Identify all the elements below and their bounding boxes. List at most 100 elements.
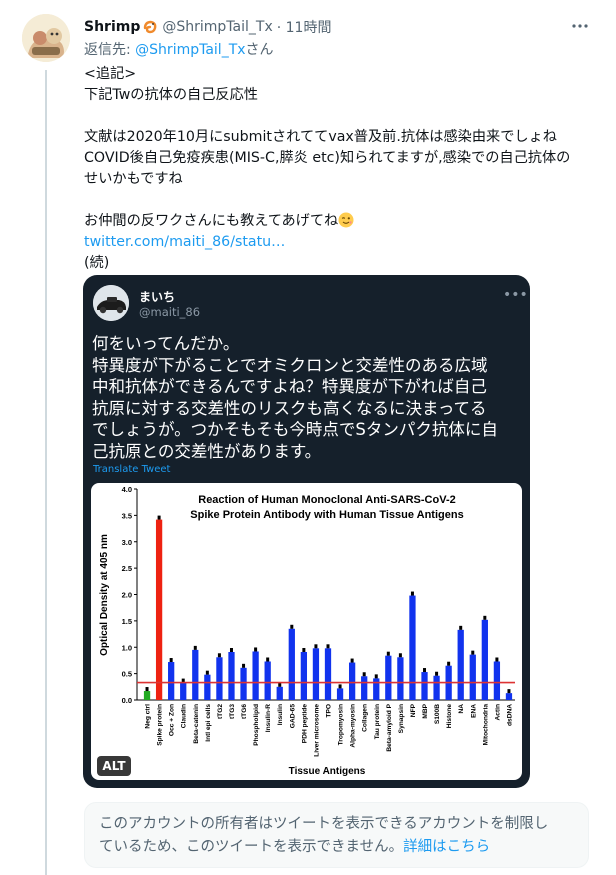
y-tick-label: 0.5 (122, 670, 132, 679)
error-bar (483, 615, 487, 620)
tweet-time[interactable]: · 11時間 (277, 17, 332, 37)
x-tick-label: GAD-65 (289, 704, 296, 729)
more-options-icon[interactable] (570, 16, 590, 36)
error-bar (374, 674, 378, 679)
translate-tweet-link[interactable]: Translate Tweet (93, 464, 170, 475)
bar (421, 672, 428, 700)
error-bar (326, 644, 330, 649)
bar (493, 661, 501, 700)
x-tick-label: Occ + Zon (169, 704, 176, 736)
bar (288, 628, 295, 700)
quoted-text: 何をいってんだか。 特異度が下がることでオミクロンと交差性のある広域 中和抗体が… (92, 333, 524, 462)
y-tick-label: 2.5 (122, 564, 132, 573)
quoted-text-line: 何をいってんだか。 (92, 334, 240, 353)
x-tick-label: Phospholipid (253, 704, 260, 746)
tweet-header: Shrimp @ShrimpTail_Tx · 11時間 (84, 17, 584, 37)
notice-line: このアカウントの所有者はツイートを表示できるアカウントを制限し (99, 816, 549, 832)
bar (373, 678, 380, 700)
x-tick-label: tTG3 (229, 704, 236, 719)
error-bar (278, 682, 282, 687)
bar (204, 674, 211, 700)
bar (457, 629, 464, 700)
error-bar (435, 671, 439, 676)
text-line-emoji: お仲間の反ワクさんにも教えてあげてね (84, 211, 594, 232)
chart-subtitle: Spike Protein Antibody with Human Tissue… (190, 509, 463, 521)
reply-mention[interactable]: @ShrimpTail_Tx (135, 42, 245, 58)
error-bar (193, 645, 197, 650)
bar (324, 648, 332, 700)
quoted-more-icon[interactable]: ••• (503, 287, 528, 303)
bar (228, 651, 235, 700)
quoted-author-handle[interactable]: @maiti_86 (139, 305, 200, 319)
x-tick-label: Beta-catenin (193, 704, 200, 744)
x-tick-label: Actin (494, 704, 501, 720)
y-tick-label: 1.0 (122, 643, 132, 652)
x-axis-label: Tissue Antigens (289, 766, 366, 777)
x-tick-label: Claudin (181, 704, 188, 728)
bar (252, 651, 259, 700)
bar-chart: Reaction of Human Monoclonal Anti-SARS-C… (99, 485, 515, 777)
x-tick-label: Beta-amyloid P (386, 703, 393, 751)
text-line: 文献は2020年10月にsubmitされててvax普及前.抗体は感染由来でしょね (84, 129, 557, 145)
y-tick-label: 2.0 (122, 591, 132, 600)
error-bar (471, 650, 475, 655)
y-tick-label: 3.5 (122, 511, 132, 520)
text-line: 下記Twの抗体の自己反応性 (84, 87, 258, 103)
error-bar (266, 657, 270, 662)
x-tick-label: Synapsin (398, 704, 405, 733)
notice-line-2: ているため、このツイートを表示できません。詳細はこちら (99, 836, 574, 859)
notice-text: ているため、このツイートを表示できません。 (99, 839, 404, 855)
x-tick-label: ENA (470, 704, 477, 718)
author-handle[interactable]: @ShrimpTail_Tx (162, 19, 272, 35)
error-bar (242, 663, 246, 668)
quoted-text-line: 中和抗体ができるんですよね？特異度が下がれば自己 (92, 377, 487, 396)
bar (300, 651, 308, 700)
learn-more-link[interactable]: 詳細はこちら (403, 839, 490, 855)
bar (192, 649, 199, 700)
y-axis-label: Optical Density at 405 nm (99, 534, 110, 656)
error-bar (350, 658, 354, 663)
error-bar (495, 657, 499, 662)
reply-prefix: 返信先: (84, 42, 136, 58)
x-tick-label: Tropomyosin (338, 704, 345, 745)
quoted-tweet-link[interactable]: twitter.com/maiti_86/statu… (84, 232, 594, 253)
error-bar (410, 591, 414, 596)
quoted-text-line: 抗原に対する交差性のリスクも高くなるに決まってる (92, 398, 487, 418)
y-tick-label: 4.0 (122, 485, 132, 494)
error-bar (386, 651, 390, 656)
tweet-text: <追記> 下記Twの抗体の自己反応性 文献は2020年10月にsubmitされて… (84, 64, 594, 274)
text-line: せいかもですね (84, 171, 183, 187)
error-bar (423, 668, 427, 673)
quoted-author-name[interactable]: まいち (139, 288, 175, 305)
x-tick-label: dsDNA (506, 704, 513, 726)
x-tick-label: Spike protein (157, 704, 164, 746)
bar (216, 657, 223, 700)
x-tick-label: tTG2 (217, 704, 224, 719)
shrimp-icon (144, 20, 157, 34)
text-line: (続) (84, 255, 110, 271)
error-bar (254, 647, 258, 652)
x-tick-label: Tau protein (374, 704, 381, 739)
alt-badge[interactable]: ALT (97, 756, 131, 776)
error-bar (447, 661, 451, 666)
x-tick-label: Histone (446, 704, 453, 729)
quoted-tweet-card[interactable]: まいち @maiti_86 ••• 何をいってんだか。 特異度が下がることでオミ… (83, 275, 530, 788)
error-bar (145, 687, 149, 692)
x-tick-label: Liver microsome (313, 704, 320, 757)
x-tick-label: Mitochondria (482, 704, 489, 746)
chart-image[interactable]: Reaction of Human Monoclonal Anti-SARS-C… (91, 483, 522, 780)
error-bar (302, 647, 306, 652)
quoted-avatar[interactable] (93, 285, 129, 321)
bar (505, 693, 513, 700)
x-tick-label: NA (458, 704, 465, 714)
avatar[interactable] (22, 14, 70, 62)
wink-face-icon (338, 212, 354, 228)
x-tick-label: tTG6 (241, 704, 248, 719)
x-tick-label: Collagen (362, 704, 369, 732)
author-name[interactable]: Shrimp (84, 19, 140, 35)
y-tick-label: 1.5 (122, 617, 132, 626)
error-bar (338, 684, 342, 689)
unavailable-tweet-notice: このアカウントの所有者はツイートを表示できるアカウントを制限し ているため、この… (84, 802, 589, 868)
